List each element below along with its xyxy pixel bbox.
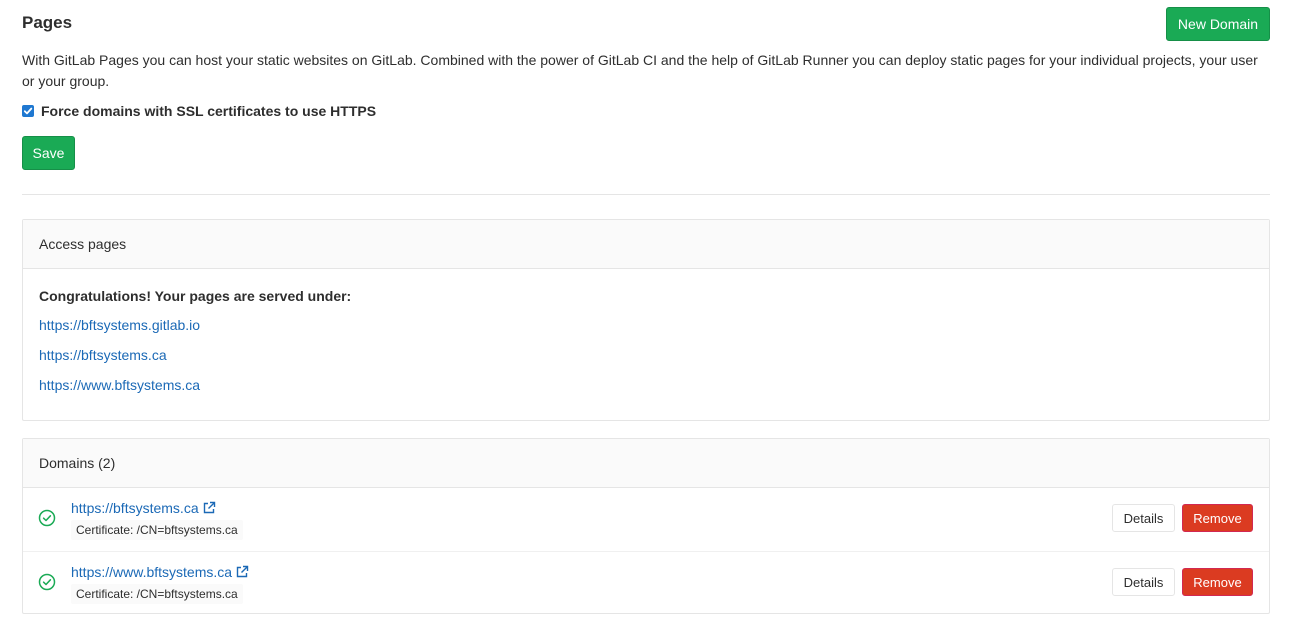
page-header: Pages New Domain xyxy=(22,7,1270,41)
save-button[interactable]: Save xyxy=(22,136,75,170)
details-button[interactable]: Details xyxy=(1112,504,1175,532)
certificate-badge: Certificate: /CN=bftsystems.ca xyxy=(71,520,243,540)
details-button[interactable]: Details xyxy=(1112,568,1175,596)
new-domain-button[interactable]: New Domain xyxy=(1166,7,1270,41)
external-link-icon[interactable] xyxy=(202,501,216,515)
access-link-www-bftsystems[interactable]: https://www.bftsystems.ca xyxy=(39,377,200,393)
access-link-gitlab-io[interactable]: https://bftsystems.gitlab.io xyxy=(39,317,200,333)
check-circle-icon xyxy=(38,509,56,527)
domain-url[interactable]: https://www.bftsystems.ca xyxy=(71,564,232,580)
checkmark-icon xyxy=(23,107,33,115)
domain-row: https://www.bftsystems.ca Certificate: /… xyxy=(23,551,1269,614)
domain-link[interactable]: https://bftsystems.ca xyxy=(71,500,216,516)
external-link-icon[interactable] xyxy=(235,565,249,579)
check-circle-icon xyxy=(38,573,56,591)
domain-link[interactable]: https://www.bftsystems.ca xyxy=(71,564,249,580)
remove-button[interactable]: Remove xyxy=(1182,504,1253,532)
domain-row: https://bftsystems.ca Certificate: /CN=b… xyxy=(23,488,1269,551)
pages-settings: Pages New Domain With GitLab Pages you c… xyxy=(0,0,1290,620)
congrats-text: Congratulations! Your pages are served u… xyxy=(39,288,352,304)
access-link-bftsystems[interactable]: https://bftsystems.ca xyxy=(39,347,167,363)
domain-url[interactable]: https://bftsystems.ca xyxy=(71,500,199,516)
intro-text: With GitLab Pages you can host your stat… xyxy=(22,52,1258,89)
access-pages-card: Access pages Congratulations! Your pages… xyxy=(22,219,1270,421)
access-pages-header: Access pages xyxy=(23,220,1269,269)
domains-card: Domains (2) https://bftsystems.ca Certif… xyxy=(22,438,1270,614)
page-title: Pages xyxy=(22,13,73,32)
divider xyxy=(22,194,1270,195)
certificate-badge: Certificate: /CN=bftsystems.ca xyxy=(71,584,243,604)
remove-button[interactable]: Remove xyxy=(1182,568,1253,596)
force-https-checkbox[interactable] xyxy=(22,105,34,117)
force-https-label[interactable]: Force domains with SSL certificates to u… xyxy=(41,103,376,119)
force-https-row[interactable]: Force domains with SSL certificates to u… xyxy=(22,101,376,121)
domains-header: Domains (2) xyxy=(23,439,1269,488)
